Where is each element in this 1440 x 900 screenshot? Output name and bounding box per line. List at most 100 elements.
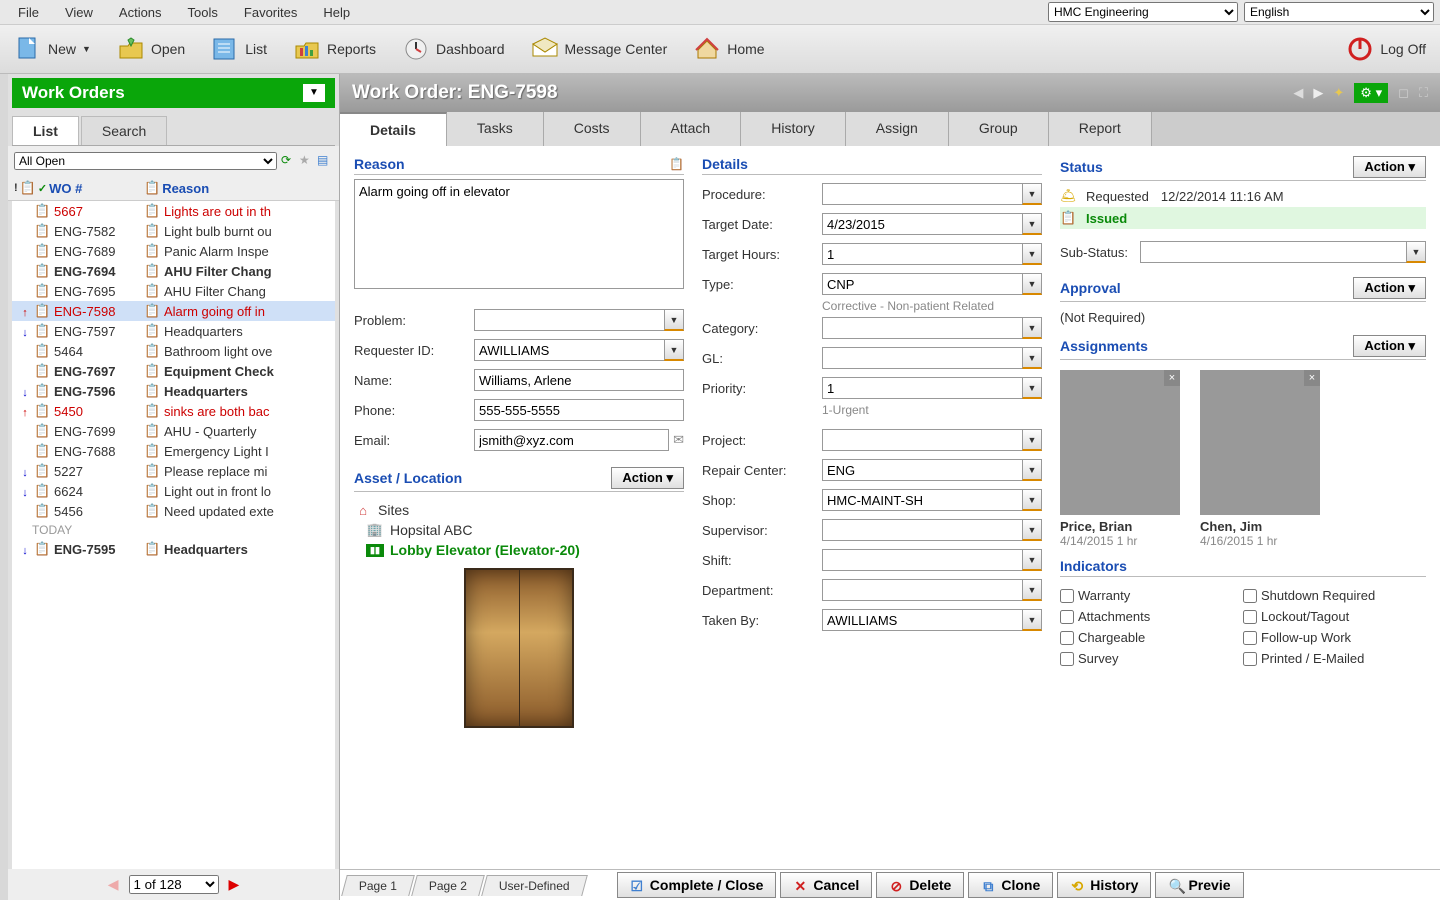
type-dd[interactable]: ▼ [1022,273,1042,295]
indicator-checkbox[interactable] [1060,610,1074,624]
cat-dd[interactable]: ▼ [1022,317,1042,339]
gl-input[interactable] [822,347,1022,369]
wo-row[interactable]: ↓📋6624📋Light out in front lo [12,481,335,501]
preview-button[interactable]: 🔍Previe [1155,872,1243,898]
minimize-icon[interactable]: ◻ [1398,85,1409,101]
shift-dd[interactable]: ▼ [1022,549,1042,571]
wo-row[interactable]: 📋ENG-7697📋Equipment Check [12,361,335,381]
indicator-checkbox[interactable] [1243,610,1257,624]
rc-input[interactable] [822,459,1022,481]
cancel-button[interactable]: ✕Cancel [780,872,872,898]
wo-row[interactable]: 📋ENG-7694📋AHU Filter Chang [12,261,335,281]
wo-col-label[interactable]: WO # [49,181,82,196]
reason-textarea[interactable] [354,179,684,289]
asset-action-btn[interactable]: Action ▾ [611,467,684,489]
phone-input[interactable] [474,399,684,421]
maximize-icon[interactable]: ⛶ [1419,85,1428,101]
star-icon[interactable]: ★ [299,153,315,169]
substatus-input[interactable] [1140,241,1406,263]
shift-input[interactable] [822,549,1022,571]
tab-tasks[interactable]: Tasks [447,112,544,146]
thours-dd[interactable]: ▼ [1022,243,1042,265]
proc-dd[interactable]: ▼ [1022,183,1042,205]
wo-row[interactable]: ↓📋ENG-7595📋Headquarters [12,539,335,559]
prio-dd[interactable]: ▼ [1022,377,1042,399]
dept-dd[interactable]: ▼ [1022,579,1042,601]
mail-icon-small[interactable]: ✉ [673,432,684,448]
wo-row[interactable]: 📋ENG-7688📋Emergency Light I [12,441,335,461]
dept-select[interactable]: HMC Engineering [1048,2,1238,22]
tab-costs[interactable]: Costs [544,112,641,146]
assign-action-btn[interactable]: Action ▾ [1353,335,1426,357]
history-button[interactable]: ⟲History [1057,872,1151,898]
substatus-dd[interactable]: ▼ [1406,241,1426,263]
panel-dropdown-icon[interactable]: ▼ [303,84,325,102]
proj-dd[interactable]: ▼ [1022,429,1042,451]
copy-icon[interactable]: 📋 [669,157,684,171]
tree-hospital[interactable]: Hopsital ABC [390,522,472,538]
tab-report[interactable]: Report [1049,112,1152,146]
wo-row[interactable]: ↑📋5450📋sinks are both bac [12,401,335,421]
page-tab-ud[interactable]: User-Defined [481,875,587,896]
indicator-checkbox[interactable] [1060,589,1074,603]
tdate-input[interactable] [822,213,1022,235]
tab-search[interactable]: Search [81,116,167,145]
name-input[interactable] [474,369,684,391]
logoff-button[interactable]: Log Off [1338,31,1434,67]
menu-view[interactable]: View [53,3,105,22]
new-button[interactable]: New ▼ [6,31,99,67]
indicator-checkbox[interactable] [1243,589,1257,603]
lang-select[interactable]: English [1244,2,1434,22]
prio-input[interactable] [822,377,1022,399]
assign-card[interactable]: ×Chen, Jim4/16/2015 1 hr [1200,370,1320,548]
sup-input[interactable] [822,519,1022,541]
approval-action-btn[interactable]: Action ▾ [1353,277,1426,299]
clone-button[interactable]: ⧉Clone [968,872,1053,898]
rc-dd[interactable]: ▼ [1022,459,1042,481]
open-button[interactable]: Open [109,31,193,67]
status-action-btn[interactable]: Action ▾ [1353,156,1426,178]
add-icon[interactable]: ✦ [1333,85,1344,101]
page-tab-2[interactable]: Page 2 [411,875,485,896]
wo-row[interactable]: 📋ENG-7695📋AHU Filter Chang [12,281,335,301]
menu-help[interactable]: Help [311,3,362,22]
refresh-icon[interactable]: ⟳ [281,153,297,169]
reports-button[interactable]: Reports [285,31,384,67]
reqid-dd[interactable]: ▼ [664,339,684,361]
wo-row[interactable]: 📋5456📋Need updated exte [12,501,335,521]
indicator-checkbox[interactable] [1243,631,1257,645]
sup-dd[interactable]: ▼ [1022,519,1042,541]
home-button[interactable]: Home [685,31,772,67]
indicator-checkbox[interactable] [1060,631,1074,645]
wo-row[interactable]: ↑📋ENG-7598📋Alarm going off in [12,301,335,321]
tab-history[interactable]: History [741,112,846,146]
wo-row[interactable]: 📋ENG-7699📋AHU - Quarterly [12,421,335,441]
page-tab-1[interactable]: Page 1 [341,875,415,896]
cat-input[interactable] [822,317,1022,339]
tab-group[interactable]: Group [949,112,1049,146]
wo-row[interactable]: 📋ENG-7582📋Light bulb burnt ou [12,221,335,241]
tab-list[interactable]: List [12,116,79,145]
reason-col-label[interactable]: Reason [162,181,209,196]
filter-select[interactable]: All Open [14,152,277,170]
wo-list[interactable]: 📋5667📋Lights are out in th📋ENG-7582📋Ligh… [12,201,335,869]
list-button[interactable]: List [203,31,275,67]
menu-tools[interactable]: Tools [176,3,230,22]
tab-details[interactable]: Details [340,112,447,146]
tree-sites[interactable]: Sites [378,502,409,518]
wo-row[interactable]: 📋ENG-7689📋Panic Alarm Inspe [12,241,335,261]
menu-favorites[interactable]: Favorites [232,3,309,22]
prev-icon[interactable]: ◀ [1293,85,1303,101]
tdate-dd[interactable]: ▼ [1022,213,1042,235]
indicator-checkbox[interactable] [1060,652,1074,666]
tree-elevator[interactable]: Lobby Elevator (Elevator-20) [390,542,580,558]
delete-button[interactable]: ⊘Delete [876,872,964,898]
pager-next[interactable]: ▶ [229,876,240,893]
dashboard-button[interactable]: Dashboard [394,31,513,67]
menu-actions[interactable]: Actions [107,3,174,22]
filter-icon[interactable]: ▤ [317,153,333,169]
email-input[interactable] [474,429,669,451]
close-icon[interactable]: × [1304,370,1320,386]
wo-row[interactable]: ↓📋5227📋Please replace mi [12,461,335,481]
gear-icon[interactable]: ⚙ ▾ [1354,83,1388,103]
